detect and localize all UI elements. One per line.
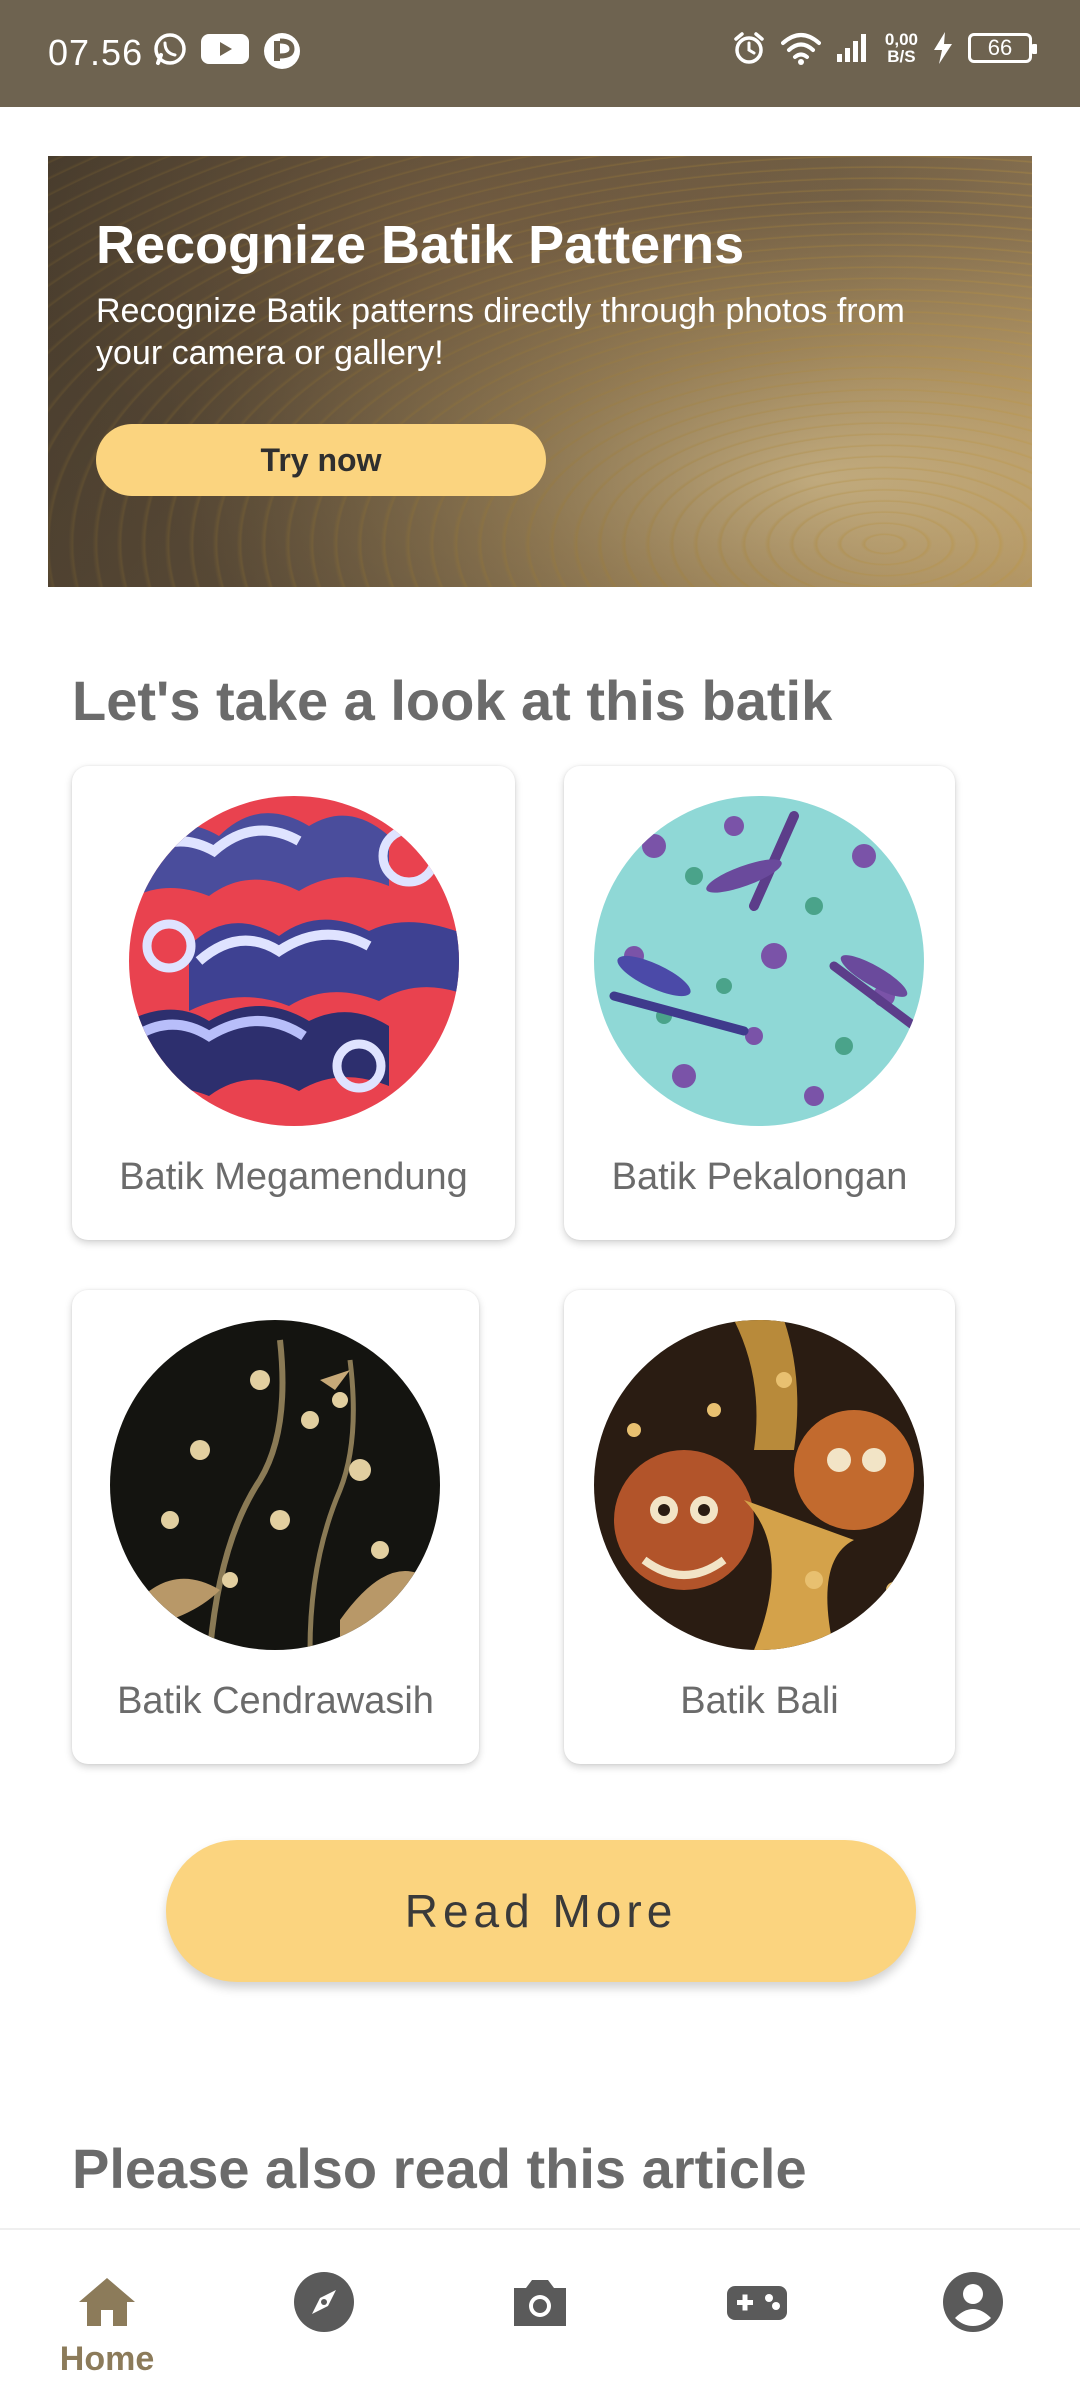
status-bar: 07.56 0,00 B/S 66	[0, 0, 1080, 107]
battery-indicator: 66	[968, 33, 1037, 63]
batik-card-bali[interactable]: Batik Bali	[564, 1290, 955, 1764]
speed-value: 0,00	[884, 30, 918, 49]
article-section-title: Please also read this article	[72, 2137, 807, 2200]
megamendung-image	[129, 796, 459, 1126]
batik-section-title: Let's take a look at this batik	[72, 669, 833, 732]
status-time: 07.56	[48, 32, 144, 73]
read-more-button[interactable]: Read More	[166, 1840, 916, 1982]
alarm-icon	[734, 32, 764, 64]
batik-card-label: Batik Bali	[680, 1680, 839, 1722]
nav-camera[interactable]	[475, 2270, 605, 2334]
hero-subtitle: Recognize Batik patterns directly throug…	[96, 292, 905, 372]
hero-title: Recognize Batik Patterns	[96, 215, 745, 275]
nav-home[interactable]: Home	[42, 2270, 172, 2379]
try-now-button[interactable]: Try now	[96, 424, 546, 496]
compass-icon	[294, 2272, 354, 2332]
nav-profile[interactable]	[908, 2270, 1038, 2334]
nav-game[interactable]	[692, 2270, 822, 2334]
wifi-icon	[780, 33, 821, 65]
nav-explore[interactable]	[259, 2270, 389, 2334]
network-speed: 0,00 B/S	[885, 31, 918, 65]
bali-image	[594, 1320, 924, 1650]
whatsapp-icon	[154, 33, 186, 65]
gamepad-icon	[727, 2286, 787, 2320]
nav-home-label: Home	[59, 2340, 155, 2378]
pekalongan-image	[594, 796, 924, 1126]
camera-icon	[514, 2280, 566, 2326]
batik-card-label: Batik Pekalongan	[611, 1156, 908, 1198]
batik-card-megamendung[interactable]: Batik Megamendung	[72, 766, 515, 1240]
speed-unit: B/S	[887, 47, 916, 66]
batik-card-cendrawasih[interactable]: Batik Cendrawasih	[72, 1290, 479, 1764]
batik-card-pekalongan[interactable]: Batik Pekalongan	[564, 766, 955, 1240]
youtube-icon	[201, 34, 249, 64]
cendrawasih-image	[110, 1320, 440, 1650]
notification-icons	[152, 31, 302, 71]
bottom-navigation: Home	[0, 2228, 1080, 2400]
signal-icon	[836, 34, 866, 62]
charging-icon	[934, 32, 952, 64]
batik-card-label: Batik Megamendung	[119, 1156, 468, 1198]
home-icon	[79, 2278, 135, 2326]
account-icon	[943, 2272, 1003, 2332]
system-icons: 0,00 B/S 66	[731, 30, 1037, 66]
battery-level: 66	[987, 35, 1013, 60]
app-notification-icon	[264, 33, 300, 69]
batik-card-label: Batik Cendrawasih	[117, 1680, 434, 1722]
hero-banner: Recognize Batik Patterns Recognize Batik…	[48, 156, 1032, 587]
